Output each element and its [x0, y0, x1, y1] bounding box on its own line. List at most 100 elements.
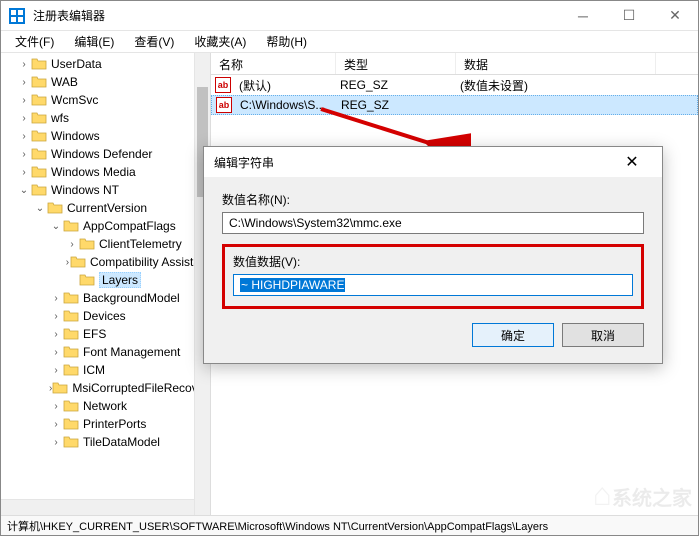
tree-node[interactable]: › UserData	[1, 55, 210, 73]
menu-help[interactable]: 帮助(H)	[256, 31, 317, 52]
folder-icon	[79, 237, 95, 251]
expand-icon[interactable]: ›	[49, 311, 63, 322]
tree-label: Layers	[99, 272, 141, 288]
tree-node[interactable]: ⌄Windows NT	[1, 181, 210, 199]
tree-node[interactable]: › Devices	[1, 307, 210, 325]
tree-label: AppCompatFlags	[83, 219, 176, 233]
value-data-label: 数值数据(V):	[233, 253, 633, 270]
value-data-input[interactable]: ~ HIGHDPIAWARE	[233, 274, 633, 296]
col-type[interactable]: 类型	[336, 53, 456, 74]
expand-icon[interactable]: ›	[17, 167, 31, 178]
cancel-button[interactable]: 取消	[562, 323, 644, 347]
collapse-icon[interactable]: ⌄	[17, 185, 31, 196]
expand-icon[interactable]: ›	[17, 131, 31, 142]
folder-icon	[31, 129, 47, 143]
tree-node[interactable]: › WcmSvc	[1, 91, 210, 109]
folder-icon	[63, 417, 79, 431]
expand-icon[interactable]: ›	[49, 437, 63, 448]
tree-node[interactable]: ›ICM	[1, 361, 210, 379]
tree-label: MsiCorruptedFileRecovery	[72, 381, 211, 395]
menu-edit[interactable]: 编辑(E)	[64, 31, 124, 52]
folder-icon	[63, 345, 79, 359]
tree-label: BackgroundModel	[83, 291, 180, 305]
collapse-icon[interactable]: ⌄	[49, 221, 63, 232]
tree-label: Devices	[83, 309, 126, 323]
expand-icon[interactable]: ›	[65, 239, 79, 250]
dialog-close-button[interactable]: ✕	[612, 147, 652, 177]
tree-label: PrinterPorts	[83, 417, 146, 431]
tree-node[interactable]: › ClientTelemetry	[1, 235, 210, 253]
tree-label: wfs	[51, 111, 69, 125]
tree-scrollbar-h[interactable]	[1, 499, 194, 515]
tree-node[interactable]: ›Font Management	[1, 343, 210, 361]
expand-icon[interactable]: ›	[17, 113, 31, 124]
folder-icon	[31, 93, 47, 107]
folder-icon	[63, 309, 79, 323]
expand-icon[interactable]: ›	[49, 293, 63, 304]
menu-file[interactable]: 文件(F)	[5, 31, 64, 52]
tree-node[interactable]: › Network	[1, 397, 210, 415]
expand-icon[interactable]: ›	[49, 401, 63, 412]
expand-icon[interactable]: ›	[17, 149, 31, 160]
tree-node[interactable]: › WAB	[1, 73, 210, 91]
tree-node[interactable]: › Windows Media	[1, 163, 210, 181]
folder-icon	[31, 75, 47, 89]
folder-icon	[63, 327, 79, 341]
expand-icon[interactable]: ›	[49, 419, 63, 430]
list-row[interactable]: ab(默认)REG_SZ(数值未设置)	[211, 75, 698, 95]
list-row[interactable]: abC:\Windows\S...REG_SZ	[211, 95, 698, 115]
tree-node[interactable]: › Windows Defender	[1, 145, 210, 163]
string-value-icon: ab	[215, 77, 231, 93]
tree-node[interactable]: › PrinterPorts	[1, 415, 210, 433]
tree-node[interactable]: › wfs	[1, 109, 210, 127]
col-name[interactable]: 名称	[211, 53, 336, 74]
tree-label: Network	[83, 399, 127, 413]
tree-node[interactable]: ›TileDataModel	[1, 433, 210, 451]
tree-label: ClientTelemetry	[99, 237, 182, 251]
tree-node[interactable]: › EFS	[1, 325, 210, 343]
tree-node[interactable]: ›Windows	[1, 127, 210, 145]
tree-label: EFS	[83, 327, 106, 341]
tree-node[interactable]: Layers	[1, 271, 210, 289]
expand-icon[interactable]: ›	[49, 329, 63, 340]
expand-icon[interactable]: ›	[49, 347, 63, 358]
tree-node[interactable]: ⌄CurrentVersion	[1, 199, 210, 217]
tree-label: WcmSvc	[51, 93, 98, 107]
tree-label: WAB	[51, 75, 78, 89]
value-data-section: 数值数据(V): ~ HIGHDPIAWARE	[222, 244, 644, 309]
expand-icon[interactable]: ›	[17, 59, 31, 70]
collapse-icon[interactable]: ⌄	[33, 203, 47, 214]
edit-string-dialog: 编辑字符串 ✕ 数值名称(N): 数值数据(V): ~ HIGHDPIAWARE…	[203, 146, 663, 364]
menu-view[interactable]: 查看(V)	[124, 31, 184, 52]
tree-panel[interactable]: ›UserData›WAB›WcmSvc›wfs›Windows›Windows…	[1, 53, 211, 515]
folder-icon	[31, 147, 47, 161]
folder-icon	[79, 273, 95, 287]
tree-label: UserData	[51, 57, 102, 71]
tree-node[interactable]: ›MsiCorruptedFileRecovery	[1, 379, 210, 397]
menu-favorites[interactable]: 收藏夹(A)	[184, 31, 256, 52]
tree-label: Windows Media	[51, 165, 136, 179]
dialog-title: 编辑字符串	[214, 154, 612, 171]
cell-type: REG_SZ	[337, 98, 457, 112]
expand-icon[interactable]: ›	[49, 365, 63, 376]
window-title: 注册表编辑器	[33, 7, 560, 24]
ok-button[interactable]: 确定	[472, 323, 554, 347]
folder-icon	[31, 57, 47, 71]
maximize-button[interactable]: ☐	[606, 1, 652, 31]
col-data[interactable]: 数据	[456, 53, 656, 74]
value-name-input[interactable]	[222, 212, 644, 234]
value-name-label: 数值名称(N):	[222, 191, 644, 208]
close-button[interactable]: ✕	[652, 1, 698, 31]
window-titlebar: 注册表编辑器 ─ ☐ ✕	[1, 1, 698, 31]
tree-node[interactable]: ⌄ AppCompatFlags	[1, 217, 210, 235]
folder-icon	[70, 255, 86, 269]
cell-name: C:\Windows\S...	[236, 98, 329, 112]
expand-icon[interactable]: ›	[17, 95, 31, 106]
expand-icon[interactable]: ›	[17, 77, 31, 88]
tree-node[interactable]: ›Compatibility Assistant	[1, 253, 210, 271]
tree-node[interactable]: › BackgroundModel	[1, 289, 210, 307]
tree-label: Compatibility Assistant	[90, 255, 210, 269]
tree-label: Windows Defender	[51, 147, 152, 161]
folder-icon	[63, 435, 79, 449]
minimize-button[interactable]: ─	[560, 1, 606, 31]
